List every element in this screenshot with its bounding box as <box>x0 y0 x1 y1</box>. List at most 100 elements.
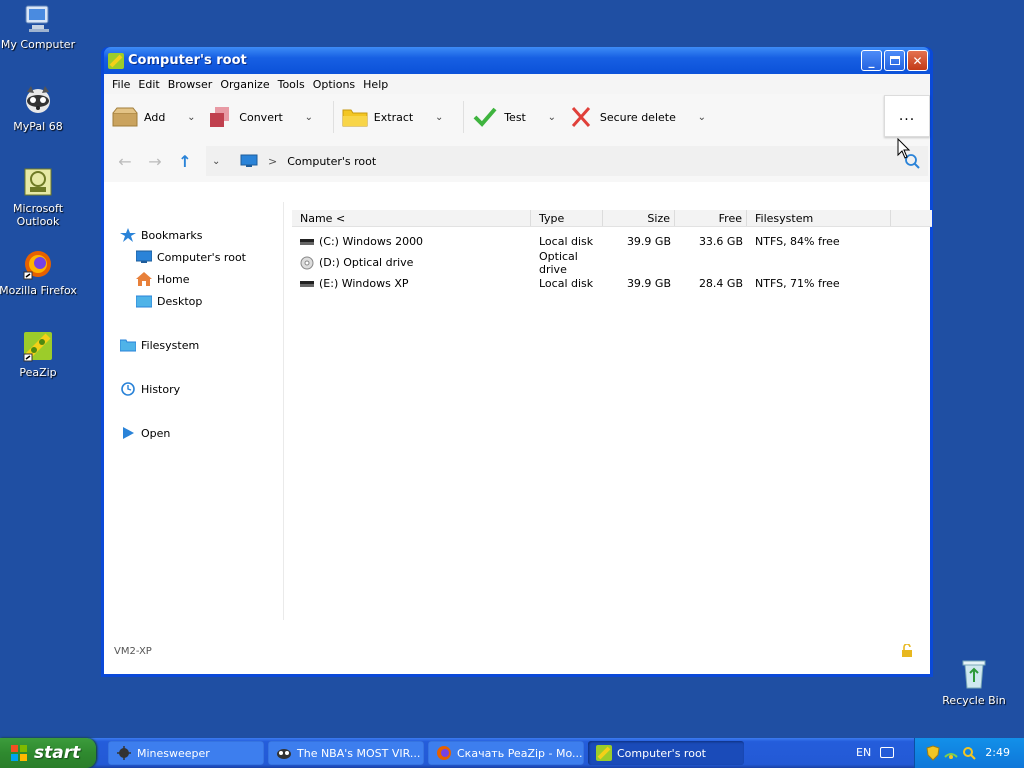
menu-organize[interactable]: Organize <box>216 78 273 91</box>
column-header-name[interactable]: Name < <box>292 210 531 226</box>
desktop-icon-firefox[interactable]: Mozilla Firefox <box>0 248 78 297</box>
menu-browser[interactable]: Browser <box>164 78 217 91</box>
tree-filesystem[interactable]: Filesystem <box>119 338 200 352</box>
windows-flag-icon <box>10 744 28 762</box>
desktop-icon-my-computer[interactable]: My Computer <box>0 2 78 51</box>
chevron-down-icon[interactable]: ⌄ <box>431 112 447 123</box>
minimize-button[interactable]: _ <box>861 50 882 71</box>
desktop-icon-recycle-bin[interactable]: Recycle Bin <box>934 658 1014 707</box>
tree-desktop[interactable]: Desktop <box>135 294 203 308</box>
address-bar[interactable]: ⌄ > Computer's root <box>206 146 928 176</box>
task-minesweeper[interactable]: Minesweeper <box>108 741 264 765</box>
add-button[interactable]: Add ⌄ <box>112 102 207 132</box>
convert-label: Convert <box>239 110 283 124</box>
menu-file[interactable]: File <box>108 78 134 91</box>
desktop-icon-mypal[interactable]: MyPal 68 <box>0 84 78 133</box>
peazip-icon <box>108 52 124 69</box>
start-label: start <box>34 743 81 763</box>
language-indicator[interactable]: EN <box>856 746 871 759</box>
task-nba-video[interactable]: The NBA's MOST VIR... <box>268 741 424 765</box>
network-icon[interactable] <box>943 745 959 761</box>
chevron-down-icon[interactable]: ⌄ <box>544 112 560 123</box>
cell-free: 28.4 GB <box>698 277 743 290</box>
search-tray-icon[interactable] <box>961 745 977 761</box>
table-row[interactable]: (D:) Optical drive Optical drive <box>292 250 932 276</box>
tree-history[interactable]: History <box>120 382 180 396</box>
hard-drive-icon <box>300 279 314 289</box>
mypal-icon <box>276 745 292 761</box>
desktop-icon-label: Recycle Bin <box>942 694 1006 707</box>
secure-delete-button[interactable]: Secure delete ⌄ <box>568 102 718 132</box>
up-arrow-icon[interactable]: ↑ <box>170 152 200 171</box>
test-label: Test <box>504 110 526 124</box>
extract-button[interactable]: Extract ⌄ <box>342 102 455 132</box>
test-button[interactable]: Test ⌄ <box>472 102 568 132</box>
table-row[interactable]: (C:) Windows 2000 Local disk 39.9 GB 33.… <box>292 231 932 252</box>
cell-free: 33.6 GB <box>698 235 743 248</box>
start-button[interactable]: start <box>0 738 96 768</box>
firefox-icon <box>22 248 54 280</box>
tree-home[interactable]: Home <box>136 272 189 286</box>
back-arrow-icon[interactable]: ← <box>110 152 140 171</box>
desktop-icon-label: Mozilla Firefox <box>0 284 77 297</box>
my-computer-icon <box>22 2 54 34</box>
chevron-down-icon[interactable]: ⌄ <box>694 112 710 123</box>
forward-arrow-icon[interactable]: → <box>140 152 170 171</box>
menu-tools[interactable]: Tools <box>274 78 309 91</box>
window-title: Computer's root <box>128 53 247 68</box>
column-header-free[interactable]: Free <box>675 210 747 226</box>
desktop-icon-label: My Computer <box>0 38 76 51</box>
table-row[interactable]: (E:) Windows XP Local disk 39.9 GB 28.4 … <box>292 273 932 294</box>
chevron-down-icon[interactable]: ⌄ <box>301 112 317 123</box>
more-options-button[interactable]: ... <box>884 95 930 137</box>
tree-item-label: Desktop <box>157 294 203 308</box>
hard-drive-icon <box>300 237 314 247</box>
desktop-folder-icon <box>135 294 153 308</box>
desktop-icon-outlook[interactable]: Microsoft Outlook <box>0 166 78 228</box>
breadcrumb-path[interactable]: Computer's root <box>287 155 376 168</box>
menu-help[interactable]: Help <box>359 78 392 91</box>
toolbar: Add ⌄ Convert ⌄ Extract ⌄ Test ⌄ Secure … <box>104 94 930 140</box>
peazip-window: Computer's root _ ✕ File Edit Browser Or… <box>101 47 933 677</box>
toolbar-separator <box>463 101 465 133</box>
minimize-icon: _ <box>868 53 875 68</box>
menu-edit[interactable]: Edit <box>134 78 163 91</box>
system-tray: 2:49 <box>914 738 1024 768</box>
drive-name: (E:) Windows XP <box>319 277 409 290</box>
tree-item-label: Bookmarks <box>141 228 203 242</box>
task-label: Скачать PeaZip - Mo... <box>457 746 583 760</box>
star-icon <box>120 228 136 242</box>
mouse-cursor-icon <box>897 137 911 160</box>
close-button[interactable]: ✕ <box>907 50 928 71</box>
chevron-down-icon[interactable]: ⌄ <box>183 112 199 123</box>
convert-button[interactable]: Convert ⌄ <box>207 102 325 132</box>
tree-item-label: Filesystem <box>141 338 200 352</box>
home-icon <box>136 272 152 286</box>
firefox-icon <box>436 745 452 761</box>
tree-bookmarks[interactable]: Bookmarks <box>120 228 202 242</box>
monitor-icon <box>240 154 258 168</box>
column-header-type[interactable]: Type <box>531 210 603 226</box>
tree-item-label: Computer's root <box>157 250 246 264</box>
column-header-size[interactable]: Size <box>603 210 675 226</box>
task-label: The NBA's MOST VIR... <box>297 746 421 760</box>
tree-computers-root[interactable]: Computer's root <box>135 250 246 264</box>
cell-name: (E:) Windows XP <box>292 277 531 290</box>
desktop-icon-peazip[interactable]: PeaZip <box>0 330 78 379</box>
window-titlebar[interactable]: Computer's root _ ✕ <box>104 47 930 74</box>
keyboard-icon[interactable] <box>880 747 894 758</box>
task-firefox-peazip[interactable]: Скачать PeaZip - Mo... <box>428 741 584 765</box>
maximize-icon <box>889 56 900 65</box>
maximize-button[interactable] <box>884 50 905 71</box>
clock: 2:49 <box>985 746 1010 759</box>
chevron-down-icon[interactable]: ⌄ <box>212 156 232 167</box>
desktop-icon-label: MyPal 68 <box>13 120 63 133</box>
tree-item-label: Open <box>141 426 171 440</box>
close-icon: ✕ <box>912 53 923 68</box>
column-header-filesystem[interactable]: Filesystem <box>747 210 891 226</box>
tree-open[interactable]: Open <box>120 426 170 440</box>
menu-options[interactable]: Options <box>309 78 359 91</box>
task-computers-root[interactable]: Computer's root <box>588 741 744 765</box>
security-shield-icon[interactable] <box>925 745 941 761</box>
lock-icon[interactable] <box>900 643 914 658</box>
